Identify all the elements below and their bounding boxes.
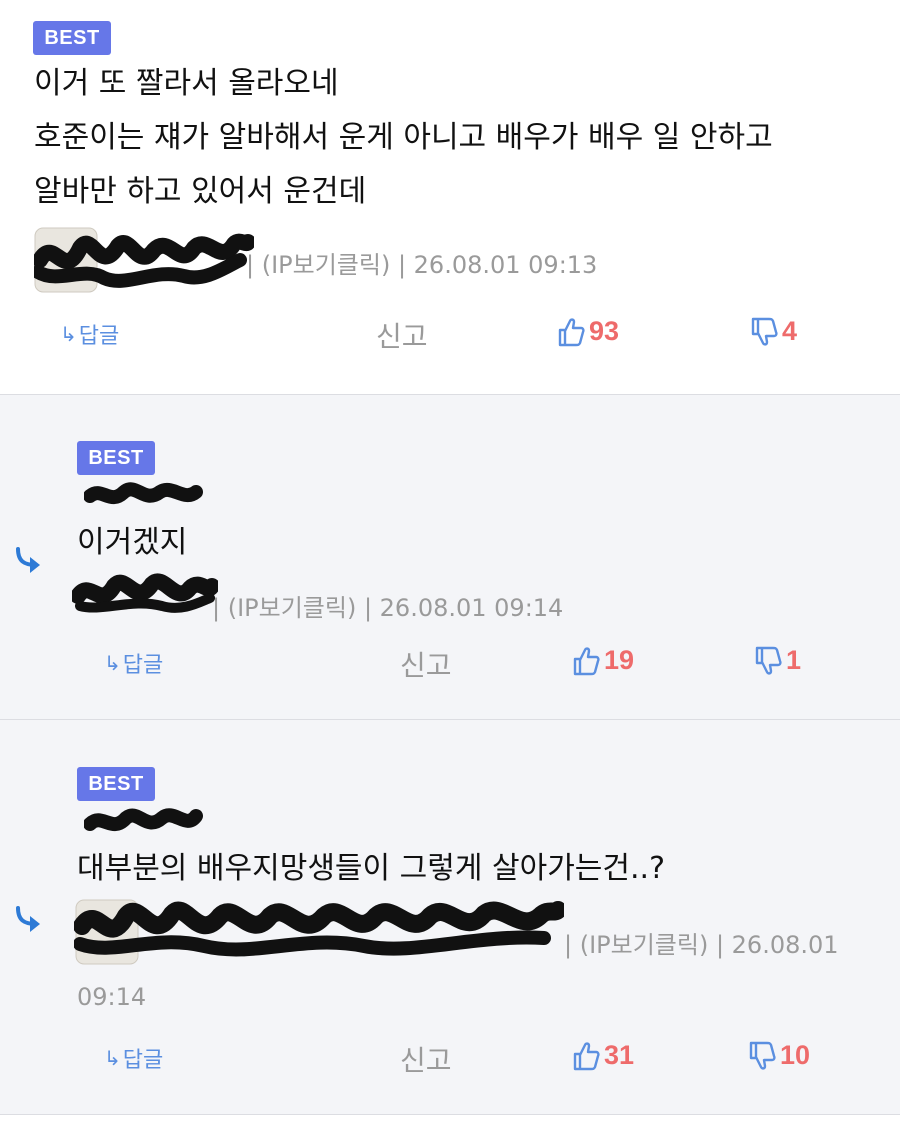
reply-arrow-icon: ↳ bbox=[104, 1046, 121, 1070]
nested-reply-arrow-icon bbox=[16, 906, 40, 932]
dislike-count: 10 bbox=[780, 1040, 811, 1070]
comment-2: BEST 이거겠지 | (IP보기클릭) | 26.08.01 09:14 ↳ … bbox=[0, 395, 900, 719]
avatar[interactable] bbox=[72, 568, 218, 618]
report-button[interactable]: 신고 bbox=[400, 1039, 452, 1079]
like-button[interactable]: 19 bbox=[572, 645, 634, 676]
reply-button[interactable]: ↳ 답글 bbox=[60, 318, 119, 350]
comment-text-line: 이거겠지 bbox=[77, 525, 188, 560]
report-button[interactable]: 신고 bbox=[400, 644, 452, 684]
comment-meta: | (IP보기클릭) | 26.08.01 bbox=[564, 931, 839, 959]
like-button[interactable]: 93 bbox=[557, 316, 619, 347]
dislike-count: 1 bbox=[786, 645, 802, 675]
comment-meta-time: 09:14 bbox=[77, 983, 147, 1011]
comment-1: BEST 이거 또 짤라서 올라오네 호준이는 쟤가 알바해서 운게 아니고 배… bbox=[0, 0, 900, 394]
reply-label: 답글 bbox=[122, 653, 164, 678]
comment-text-line: 호준이는 쟤가 알바해서 운게 아니고 배우가 배우 일 안하고 bbox=[34, 120, 773, 155]
nickname-redacted bbox=[84, 808, 203, 831]
thumbs-down-icon bbox=[751, 317, 778, 346]
report-button[interactable]: 신고 bbox=[376, 315, 428, 355]
thumbs-up-icon bbox=[573, 646, 600, 675]
nickname-redacted bbox=[84, 482, 203, 505]
dislike-button[interactable]: 1 bbox=[754, 645, 801, 676]
comment-text-line: 알바만 하고 있어서 운건데 bbox=[34, 174, 367, 209]
dislike-count: 4 bbox=[782, 316, 798, 346]
comment-meta: | (IP보기클릭) | 26.08.01 09:13 bbox=[246, 251, 598, 279]
avatar[interactable] bbox=[74, 894, 564, 974]
reply-button[interactable]: ↳ 답글 bbox=[104, 1042, 163, 1074]
thumbs-down-icon bbox=[755, 646, 782, 675]
reply-label: 답글 bbox=[122, 1048, 164, 1073]
avatar[interactable] bbox=[31, 226, 256, 302]
thumbs-up-icon bbox=[573, 1041, 600, 1070]
dislike-button[interactable]: 4 bbox=[750, 316, 797, 347]
like-count: 19 bbox=[604, 645, 635, 675]
thumbs-up-icon bbox=[558, 317, 585, 346]
reply-button[interactable]: ↳ 답글 bbox=[104, 647, 163, 679]
comment-text-line: 이거 또 짤라서 올라오네 bbox=[34, 66, 339, 101]
like-count: 31 bbox=[604, 1040, 635, 1070]
comment-3: BEST 대부분의 배우지망생들이 그렇게 살아가는건..? | (IP보기클릭… bbox=[0, 720, 900, 1114]
nested-reply-arrow-icon bbox=[16, 547, 40, 573]
like-count: 93 bbox=[589, 316, 620, 346]
thumbs-down-icon bbox=[749, 1041, 776, 1070]
reply-arrow-icon: ↳ bbox=[60, 322, 77, 346]
best-badge: BEST bbox=[77, 441, 155, 475]
comment-text-line: 대부분의 배우지망생들이 그렇게 살아가는건..? bbox=[77, 851, 666, 886]
reply-arrow-icon: ↳ bbox=[104, 651, 121, 675]
best-badge: BEST bbox=[77, 767, 155, 801]
comment-meta: | (IP보기클릭) | 26.08.01 09:14 bbox=[212, 594, 564, 622]
dislike-button[interactable]: 10 bbox=[748, 1040, 810, 1071]
like-button[interactable]: 31 bbox=[572, 1040, 634, 1071]
divider bbox=[0, 1114, 900, 1115]
best-badge: BEST bbox=[33, 21, 111, 55]
reply-label: 답글 bbox=[78, 324, 120, 349]
